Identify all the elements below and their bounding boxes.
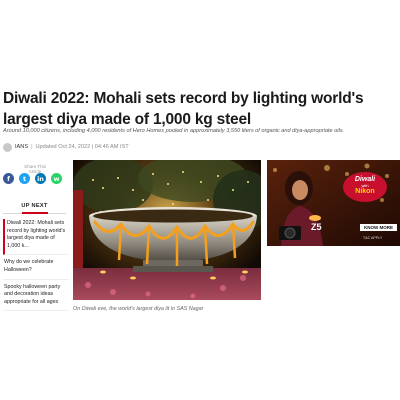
know-more-button[interactable]: KNOW MORE [360, 224, 397, 231]
author-avatar [3, 142, 12, 152]
article-headline: Diwali 2022: Mohali sets record by light… [3, 90, 364, 128]
facebook-icon[interactable]: f [3, 173, 14, 184]
ad-brand: Z5 [311, 222, 322, 232]
ad-badge: Diwali with Nikon [343, 172, 387, 202]
article-summary: Around 10,000 citizens, including 4,000 … [3, 128, 345, 134]
byline-separator: | [31, 144, 33, 150]
ad-badge-line1: Diwali [354, 176, 376, 183]
ad-badge-line2: Nikon [355, 188, 375, 195]
linkedin-icon[interactable]: in [35, 173, 46, 184]
up-next-list: Diwali 2022: Mohali sets record by light… [3, 219, 69, 314]
up-next-item[interactable]: Diwali 2022: Mohali sets record by light… [3, 219, 69, 256]
up-next-item[interactable]: Spooky halloween party and decoration id… [3, 283, 69, 312]
up-next-title: UP NEXT [21, 203, 48, 209]
whatsapp-icon[interactable]: w [51, 173, 62, 184]
share-buttons: f t in w [3, 173, 62, 184]
article-photo [73, 160, 261, 300]
up-next-accent [22, 212, 48, 214]
updated-timestamp: Updated Oct 24, 2022 | 04:46 AM IST [35, 144, 129, 150]
twitter-icon[interactable]: t [19, 173, 30, 184]
nikon-advertisement[interactable]: Diwali with Nikon Z5 KNOW MORE T&C APPLY [267, 160, 400, 246]
ad-footer: T&C APPLY [363, 236, 383, 240]
up-next-item[interactable]: Why do we celebrate Halloween? [3, 258, 69, 280]
byline: IANS | Updated Oct 24, 2022 | 04:46 AM I… [3, 142, 129, 152]
author-name[interactable]: IANS [15, 144, 28, 150]
image-caption: On Diwali eve, the world's largest diya … [73, 306, 204, 312]
